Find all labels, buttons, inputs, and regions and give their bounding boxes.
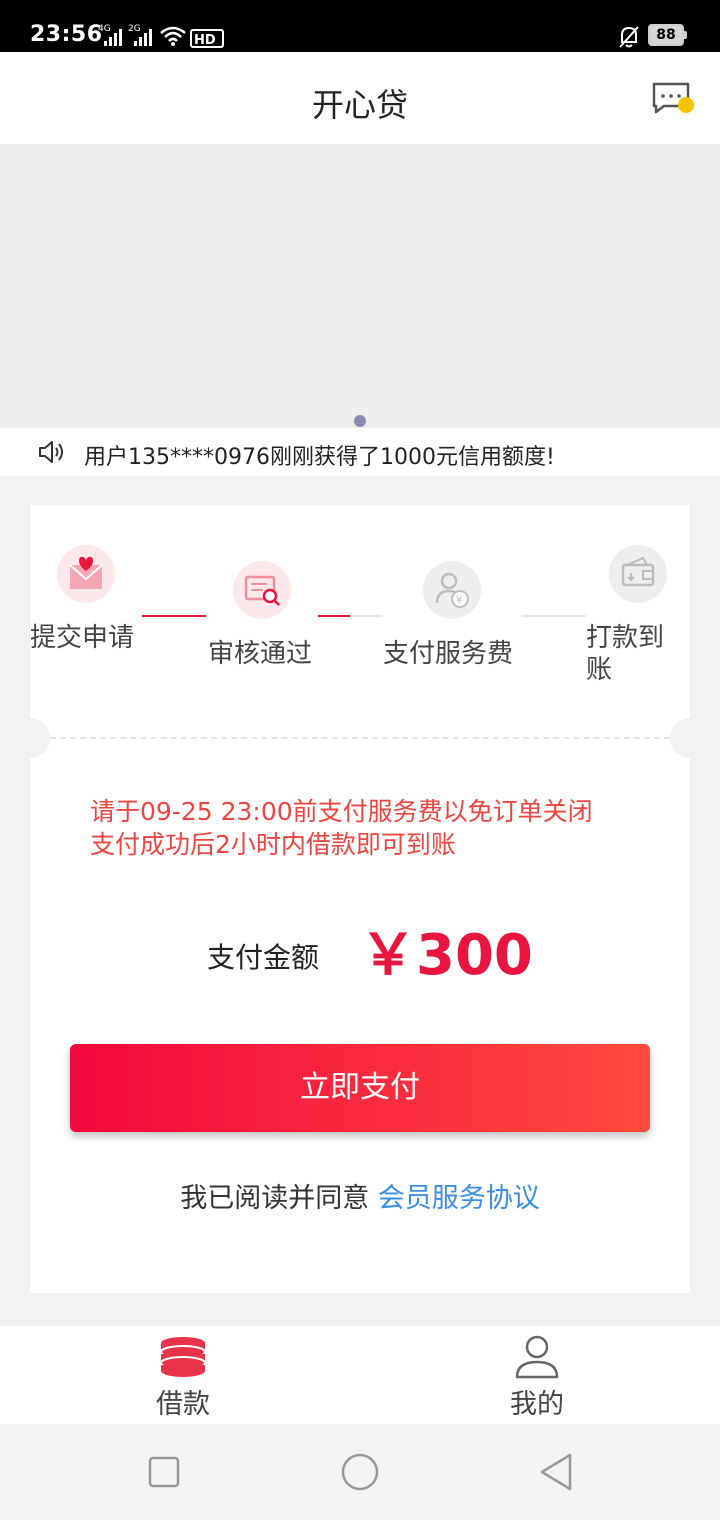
- step-label-review: 审核通过: [208, 639, 313, 669]
- user-yuan-icon: ¥: [435, 572, 469, 608]
- card-notch-left: [10, 718, 50, 758]
- page-title: 开心贷: [311, 86, 408, 124]
- speaker-icon: [39, 441, 63, 463]
- signal-bars-1-icon: [104, 28, 122, 46]
- tab-loan-label: 借款: [156, 1389, 210, 1420]
- notice-marquee: 用户135****0976刚刚获得了1000元信用额度!: [0, 428, 720, 476]
- step-connector-3: [522, 615, 586, 617]
- step-review-icon-wrap: [233, 561, 291, 619]
- signal-bars-2-icon: [134, 28, 152, 46]
- step-label-submit: 提交申请: [30, 623, 135, 653]
- home-circle-icon[interactable]: [340, 1452, 380, 1492]
- banner-carousel[interactable]: [0, 144, 720, 428]
- amount-value: ￥300: [360, 923, 533, 988]
- tab-mine[interactable]: 我的: [437, 1326, 637, 1424]
- tab-loan[interactable]: 借款: [83, 1326, 283, 1424]
- step-connector-2: [318, 615, 382, 617]
- arrival-notice: 支付成功后2小时内借款即可到账: [90, 830, 456, 859]
- back-triangle-icon[interactable]: [538, 1452, 574, 1492]
- wallet-icon: [621, 556, 655, 587]
- battery-indicator: 88: [648, 24, 684, 46]
- recents-square-icon[interactable]: [148, 1456, 180, 1488]
- svg-text:¥: ¥: [456, 595, 462, 606]
- agreement-prefix: 我已阅读并同意: [180, 1183, 370, 1214]
- step-label-transfer: 打款到账: [586, 623, 665, 685]
- agreement-link[interactable]: 会员服务协议: [378, 1183, 540, 1214]
- agreement-row: 我已阅读并同意 会员服务协议: [0, 1176, 720, 1215]
- battery-tip: [684, 31, 687, 39]
- envelope-heart-icon: [69, 556, 103, 589]
- unread-badge: [678, 97, 694, 113]
- amount-label: 支付金额: [207, 941, 320, 974]
- notice-text: 用户135****0976刚刚获得了1000元信用额度!: [84, 445, 555, 470]
- step-pay-icon-wrap: ¥: [423, 561, 481, 619]
- svg-text:HD: HD: [194, 33, 216, 48]
- step-submit-icon-wrap: [57, 545, 115, 603]
- bell-off-icon: [619, 26, 639, 48]
- person-icon: [515, 1335, 559, 1379]
- pay-now-button[interactable]: 立即支付: [70, 1044, 650, 1132]
- status-time: 23:56: [30, 22, 103, 47]
- step-label-pay: 支付服务费: [383, 639, 514, 669]
- carousel-indicator-dot[interactable]: [354, 415, 366, 427]
- card-divider: [50, 737, 670, 739]
- system-nav-bar: [0, 1424, 720, 1520]
- step-connector-1: [142, 615, 206, 617]
- hd-volte-icon: HD: [190, 29, 224, 48]
- coins-stack-icon: [160, 1337, 206, 1377]
- app-header: 开心贷: [0, 52, 720, 144]
- review-search-icon: [244, 575, 280, 606]
- wifi-icon: [160, 26, 186, 46]
- step-transfer-icon-wrap: [609, 545, 667, 603]
- status-bar: 23:56 4G 2G HD 88: [0, 0, 720, 52]
- deadline-notice: 请于09-25 23:00前支付服务费以免订单关闭: [90, 797, 593, 826]
- card-notch-right: [670, 718, 710, 758]
- tab-mine-label: 我的: [510, 1389, 564, 1420]
